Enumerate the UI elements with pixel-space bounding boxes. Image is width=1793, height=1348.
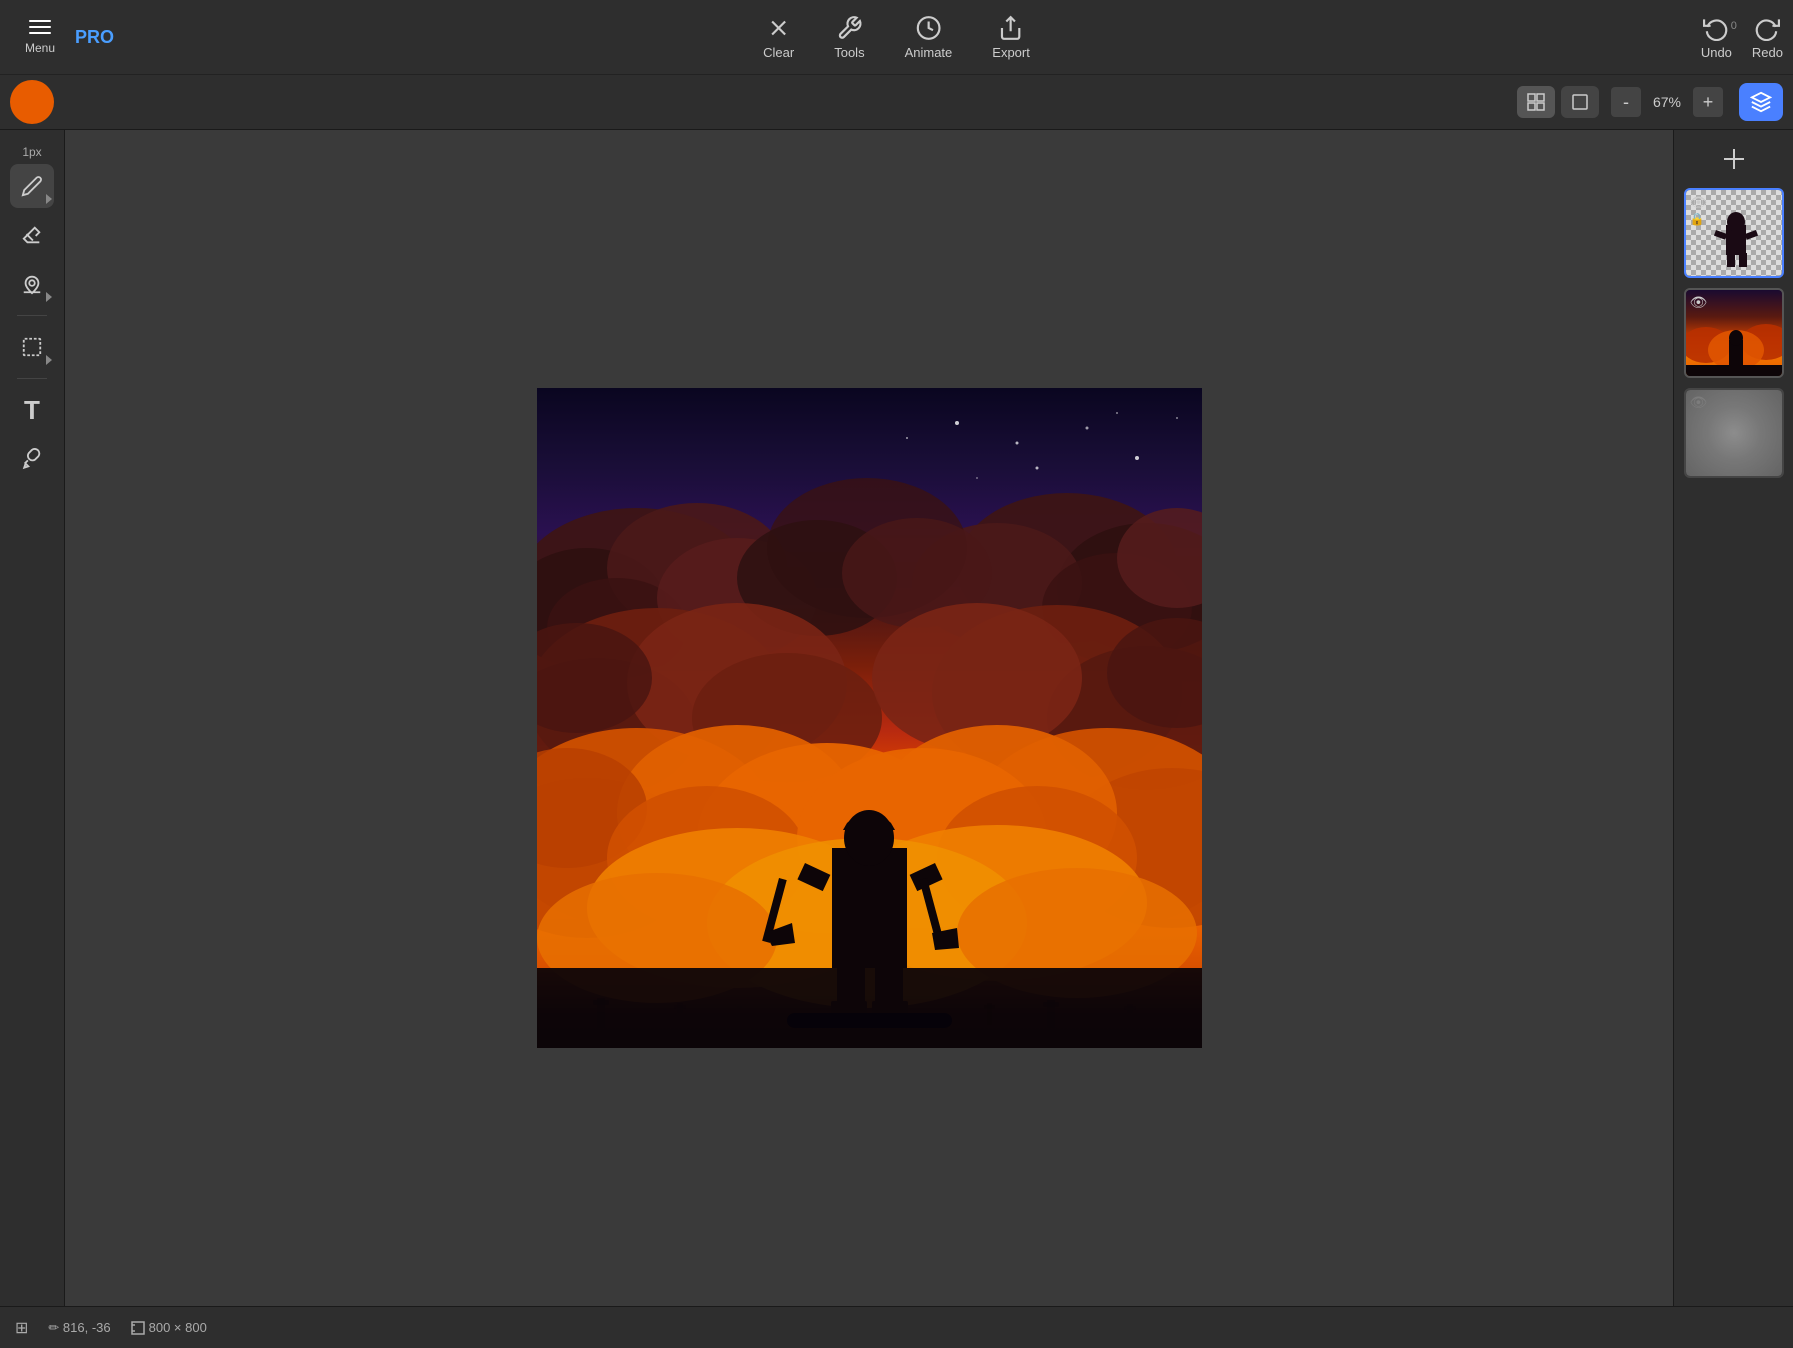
tools-button[interactable]: Tools xyxy=(834,15,864,60)
tools-icon xyxy=(836,15,862,41)
export-label: Export xyxy=(992,45,1030,60)
layers-icon xyxy=(1750,91,1772,113)
dimensions-icon xyxy=(131,1321,145,1335)
toolbar-separator-2 xyxy=(17,378,47,379)
layers-panel: 👁 🔒 xyxy=(1673,130,1793,1306)
top-bar: Menu PRO Clear Tools Animate xyxy=(0,0,1793,75)
pixel-canvas[interactable] xyxy=(537,388,1202,1048)
layer-item-2[interactable]: 👁 xyxy=(1684,288,1784,378)
clear-button[interactable]: Clear xyxy=(763,15,794,60)
grid-view-button[interactable] xyxy=(1517,86,1555,118)
redo-icon xyxy=(1754,15,1780,41)
tool-submenu-arrow xyxy=(46,194,52,204)
layer-1-eye-icon[interactable]: 👁 xyxy=(1690,194,1708,211)
color-picker[interactable] xyxy=(10,80,54,124)
pencil-icon xyxy=(21,175,43,197)
undo-label: Undo xyxy=(1701,45,1732,60)
zoom-out-button[interactable]: - xyxy=(1611,87,1641,117)
view-toggle-group: - 67% + xyxy=(1517,83,1783,121)
fill-tool[interactable] xyxy=(10,262,54,306)
undo-count: 0 xyxy=(1731,20,1737,32)
eraser-icon xyxy=(21,224,43,246)
animate-label: Animate xyxy=(905,45,953,60)
undo-button[interactable]: 0 Undo xyxy=(1701,15,1732,60)
single-view-button[interactable] xyxy=(1561,86,1599,118)
zoom-level: 67% xyxy=(1647,94,1687,110)
fill-icon xyxy=(21,273,43,295)
menu-icon xyxy=(29,20,51,34)
pencil-tool[interactable] xyxy=(10,164,54,208)
add-icon xyxy=(1720,145,1748,173)
export-icon xyxy=(998,15,1024,41)
canvas-area[interactable] xyxy=(65,130,1673,1306)
toolbar-separator-1 xyxy=(17,315,47,316)
redo-button[interactable]: Redo xyxy=(1752,15,1783,60)
bottom-bar: ⊞ ✏ 816, -36 800 × 800 xyxy=(0,1306,1793,1348)
canvas-dimensions: 800 × 800 xyxy=(131,1320,207,1335)
clear-label: Clear xyxy=(763,45,794,60)
eyedropper-icon xyxy=(21,448,43,470)
clear-icon xyxy=(766,15,792,41)
tools-label: Tools xyxy=(834,45,864,60)
eyedropper-tool[interactable] xyxy=(10,437,54,481)
zoom-in-button[interactable]: + xyxy=(1693,87,1723,117)
add-layer-button[interactable] xyxy=(1715,140,1753,178)
top-actions: Clear Tools Animate Export xyxy=(763,15,1030,60)
layer-2-eye-icon[interactable]: 👁 xyxy=(1690,294,1708,311)
layers-button[interactable] xyxy=(1739,83,1783,121)
cursor-coords: ✏ 816, -36 xyxy=(48,1320,110,1336)
selection-tool[interactable] xyxy=(10,325,54,369)
eraser-tool[interactable] xyxy=(10,213,54,257)
undo-icon xyxy=(1703,15,1729,41)
text-icon: T xyxy=(24,395,40,426)
selection-icon xyxy=(21,336,43,358)
animate-button[interactable]: Animate xyxy=(905,15,953,60)
layer-3-eye-icon[interactable]: 👁 xyxy=(1690,394,1708,411)
layer-item-1[interactable]: 👁 🔒 xyxy=(1684,188,1784,278)
fill-submenu-arrow xyxy=(46,292,52,302)
export-button[interactable]: Export xyxy=(992,15,1030,60)
zoom-controls: - 67% + xyxy=(1611,87,1723,117)
artwork-svg xyxy=(537,388,1202,1048)
pro-label: PRO xyxy=(75,27,114,48)
brush-size-label: 1px xyxy=(22,145,41,159)
menu-label: Menu xyxy=(25,41,55,55)
menu-button[interactable]: Menu xyxy=(10,20,70,55)
redo-label: Redo xyxy=(1752,45,1783,60)
canvas-size-icon: ⊞ xyxy=(15,1318,28,1338)
main-layout: 1px xyxy=(0,130,1793,1306)
selection-submenu-arrow xyxy=(46,355,52,365)
second-bar: - 67% + xyxy=(0,75,1793,130)
layer-1-lock-icon: 🔒 xyxy=(1690,212,1705,226)
grid-icon xyxy=(1527,93,1545,111)
left-toolbar: 1px xyxy=(0,130,65,1306)
layer-item-3[interactable]: 👁 xyxy=(1684,388,1784,478)
undo-redo-group: 0 Undo Redo xyxy=(1701,15,1783,60)
text-tool[interactable]: T xyxy=(10,388,54,432)
animate-icon xyxy=(915,15,941,41)
single-view-icon xyxy=(1571,93,1589,111)
